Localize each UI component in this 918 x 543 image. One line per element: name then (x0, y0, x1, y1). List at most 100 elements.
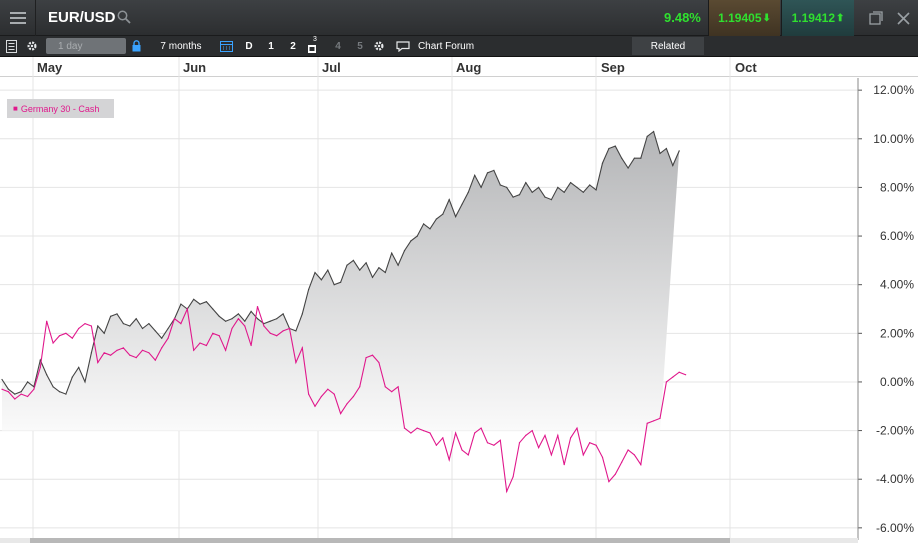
data-point-eurusd (256, 318, 259, 320)
data-point-eurusd (659, 152, 661, 154)
data-point-eurusd (263, 323, 265, 325)
data-point-germany30 (327, 388, 329, 390)
data-point-eurusd (308, 288, 310, 291)
legend[interactable]: ■ Germany 30 - Cash (7, 99, 114, 118)
data-point-eurusd (499, 184, 501, 186)
data-point-eurusd (467, 191, 469, 193)
data-point-eurusd (154, 330, 156, 332)
data-point-germany30 (103, 352, 105, 354)
data-point-eurusd (665, 147, 668, 150)
data-point-germany30 (384, 386, 386, 388)
data-point-germany30 (1, 388, 3, 390)
data-point-germany30 (58, 335, 61, 337)
data-point-germany30 (442, 437, 444, 439)
data-point-eurusd (161, 337, 163, 339)
data-point-eurusd (193, 298, 195, 300)
data-point-eurusd (327, 269, 329, 271)
data-point-eurusd (122, 323, 124, 325)
data-point-germany30 (263, 325, 265, 327)
data-point-germany30 (480, 427, 482, 429)
data-point-eurusd (614, 145, 616, 147)
data-point-germany30 (276, 335, 278, 337)
data-point-germany30 (52, 342, 54, 344)
data-point-eurusd (301, 313, 303, 315)
data-point-germany30 (493, 444, 495, 446)
y-tick-label: -2.00% (876, 424, 914, 438)
data-point-germany30 (461, 449, 463, 451)
data-point-eurusd (423, 223, 425, 225)
data-point-germany30 (193, 349, 195, 351)
data-point-eurusd (486, 172, 489, 174)
data-point-eurusd (276, 318, 278, 320)
scrollbar-thumb[interactable] (30, 538, 730, 543)
data-point-eurusd (429, 228, 431, 230)
data-point-eurusd (378, 267, 380, 269)
data-point-eurusd (359, 269, 361, 271)
data-point-germany30 (576, 427, 578, 429)
data-point-germany30 (627, 449, 629, 451)
data-point-germany30 (78, 327, 80, 330)
data-point-eurusd (84, 381, 86, 383)
data-point-eurusd (7, 388, 9, 390)
data-point-germany30 (110, 354, 112, 356)
data-point-eurusd (371, 276, 374, 278)
data-point-germany30 (320, 395, 322, 398)
data-point-eurusd (621, 157, 623, 159)
data-point-eurusd (480, 186, 482, 188)
data-point-germany30 (378, 361, 380, 364)
y-tick-label: 8.00% (880, 180, 914, 194)
data-point-eurusd (295, 330, 297, 332)
horizontal-scrollbar[interactable] (0, 538, 858, 543)
data-point-eurusd (110, 315, 112, 317)
data-point-germany30 (365, 357, 367, 359)
data-point-eurusd (672, 164, 674, 167)
data-point-eurusd (525, 182, 527, 184)
data-point-germany30 (614, 473, 616, 475)
data-point-eurusd (333, 284, 335, 286)
data-point-eurusd (397, 264, 399, 266)
data-point-germany30 (231, 327, 233, 330)
data-point-eurusd (167, 327, 169, 330)
data-point-eurusd (384, 271, 386, 274)
data-point-germany30 (371, 354, 374, 356)
data-point-germany30 (685, 374, 687, 376)
data-point-eurusd (640, 157, 642, 159)
data-point-germany30 (410, 432, 412, 434)
data-point-germany30 (416, 427, 418, 429)
price-chart[interactable]: 12.00% 10.00% 8.00% 6.00% 4.00% 2.00% 0.00% -2.… (0, 0, 918, 543)
y-tick-label: 0.00% (880, 375, 914, 389)
chart-window: EUR/USD 9.48% 1.19405⬇ 1.19412⬆ 1 day (0, 0, 918, 543)
data-point-eurusd (231, 318, 233, 320)
data-point-germany30 (288, 327, 291, 330)
data-point-eurusd (90, 352, 92, 354)
data-point-eurusd (595, 189, 597, 191)
data-point-germany30 (199, 342, 201, 344)
data-point-eurusd (365, 262, 367, 264)
data-point-eurusd (52, 386, 54, 388)
data-point-eurusd (20, 391, 22, 393)
data-point-eurusd (1, 378, 3, 381)
data-point-germany30 (640, 464, 642, 466)
data-point-germany30 (205, 344, 207, 347)
data-point-germany30 (161, 347, 163, 349)
legend-swatch-icon: ■ (13, 104, 18, 113)
data-point-germany30 (33, 388, 35, 390)
data-point-eurusd (58, 391, 61, 393)
data-point-germany30 (148, 352, 150, 354)
data-point-germany30 (346, 403, 348, 405)
data-point-eurusd (589, 184, 591, 186)
data-point-eurusd (71, 376, 73, 378)
data-point-eurusd (410, 240, 412, 242)
data-point-eurusd (506, 186, 508, 188)
data-point-germany30 (269, 332, 271, 334)
data-point-germany30 (39, 366, 41, 368)
data-point-germany30 (359, 386, 361, 388)
y-tick-label: 2.00% (880, 326, 914, 340)
data-point-eurusd (237, 313, 239, 315)
data-point-eurusd (550, 199, 553, 201)
data-point-germany30 (608, 481, 610, 483)
data-point-germany30 (84, 323, 86, 325)
data-point-germany30 (129, 354, 131, 356)
data-point-eurusd (601, 162, 604, 164)
data-point-germany30 (518, 442, 521, 444)
